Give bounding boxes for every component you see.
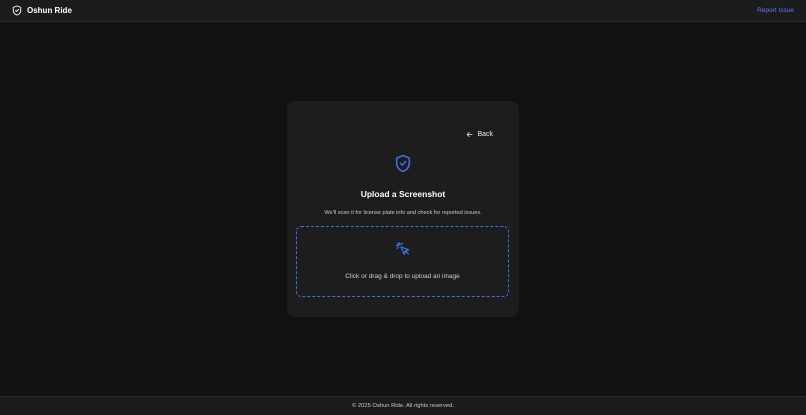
- footer: © 2025 Oshun Ride. All rights reserved.: [0, 396, 806, 415]
- upload-card: Back Upload a Screenshot We'll scan it f…: [287, 101, 519, 317]
- dropzone-label: Click or drag & drop to upload an image: [345, 273, 460, 280]
- cursor-click-icon: [395, 241, 411, 257]
- brand-name: Oshun Ride: [27, 6, 72, 15]
- top-nav-bar: Oshun Ride Report Issue: [0, 0, 806, 22]
- back-label: Back: [477, 131, 493, 138]
- shield-icon: [12, 5, 22, 16]
- brand[interactable]: Oshun Ride: [12, 5, 72, 16]
- copyright-text: © 2025 Oshun Ride. All rights reserved.: [352, 403, 454, 409]
- page-subtitle: We'll scan it for license plate info and…: [324, 210, 482, 216]
- upload-dropzone[interactable]: Click or drag & drop to upload an image: [296, 226, 509, 297]
- shield-check-icon: [395, 154, 411, 173]
- page-title: Upload a Screenshot: [360, 189, 446, 199]
- back-button[interactable]: Back: [466, 131, 493, 138]
- report-issue-link[interactable]: Report Issue: [757, 7, 794, 14]
- arrow-left-icon: [466, 131, 473, 138]
